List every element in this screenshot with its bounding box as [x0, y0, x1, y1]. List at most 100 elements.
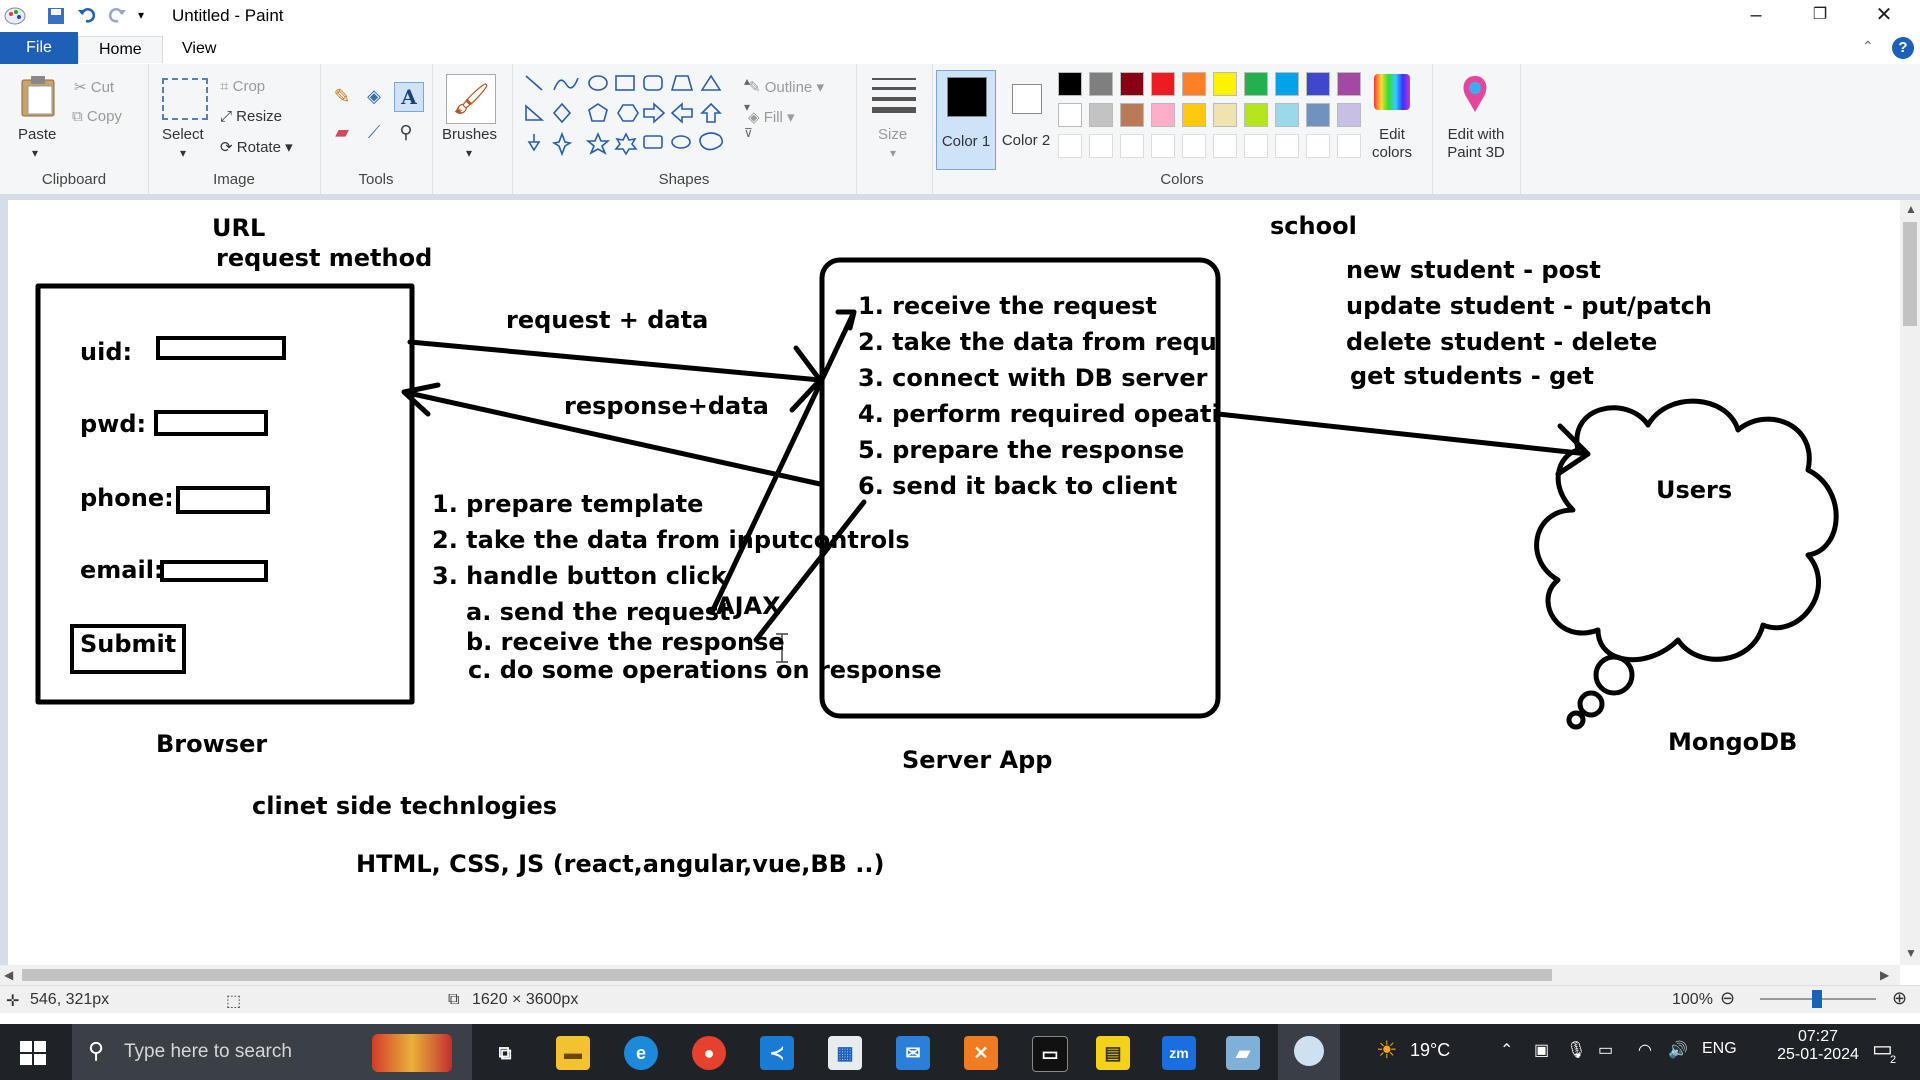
palette-swatch[interactable]: [1213, 134, 1237, 158]
palette-swatch[interactable]: [1275, 72, 1299, 96]
palette-swatch[interactable]: [1244, 134, 1268, 158]
palette-swatch[interactable]: [1306, 103, 1330, 127]
eraser-icon[interactable]: ▰: [330, 120, 354, 144]
microphone-icon[interactable]: 🎙: [1566, 1040, 1586, 1060]
palette-swatch[interactable]: [1058, 103, 1082, 127]
text-icon[interactable]: A: [394, 82, 424, 112]
chrome-icon[interactable]: ●: [692, 1036, 726, 1070]
vertical-scrollbar[interactable]: ▲ ▼: [1900, 200, 1920, 965]
tab-file-label[interactable]: File: [0, 32, 78, 64]
fill-button[interactable]: ◈ Fill ▾: [748, 108, 795, 126]
tab-home[interactable]: Home: [78, 36, 163, 63]
weather-icon[interactable]: ☀: [1376, 1036, 1398, 1065]
battery-icon[interactable]: ▭: [1598, 1040, 1613, 1060]
palette-swatch[interactable]: [1306, 72, 1330, 96]
redo-icon[interactable]: [106, 4, 128, 26]
undo-icon[interactable]: [76, 4, 98, 26]
help-icon[interactable]: ?: [1892, 37, 1914, 59]
vertical-scroll-thumb[interactable]: [1903, 222, 1917, 326]
tab-view[interactable]: View: [162, 36, 236, 62]
size-icon[interactable]: [870, 74, 918, 114]
palette-swatch[interactable]: [1151, 72, 1175, 96]
scroll-left-icon[interactable]: ◀: [4, 968, 13, 982]
sticky-notes-icon[interactable]: ▤: [1096, 1036, 1130, 1070]
palette-swatch[interactable]: [1244, 103, 1268, 127]
horizontal-scrollbar[interactable]: ◀ ▶: [0, 965, 1900, 985]
size-dropdown-icon[interactable]: ▾: [890, 146, 896, 160]
store-icon[interactable]: ▦: [828, 1036, 862, 1070]
shapes-more-icon[interactable]: ⊽: [744, 126, 753, 140]
restore-icon[interactable]: ❐: [1790, 0, 1850, 30]
tray-device-icon[interactable]: ▣: [1534, 1040, 1549, 1060]
palette-swatch[interactable]: [1337, 72, 1361, 96]
taskbar-search-box[interactable]: ⚲ Type here to search: [72, 1024, 472, 1080]
palette-swatch[interactable]: [1089, 103, 1113, 127]
start-button[interactable]: [18, 1038, 48, 1068]
brushes-dropdown-icon[interactable]: ▾: [466, 146, 472, 160]
paint3d-icon[interactable]: [1456, 74, 1494, 114]
crop-button[interactable]: ⌗ Crop: [220, 78, 265, 95]
select-icon[interactable]: [162, 78, 208, 120]
paste-button[interactable]: Paste: [18, 126, 56, 143]
minimize-icon[interactable]: –: [1726, 0, 1786, 30]
scroll-right-icon[interactable]: ▶: [1880, 968, 1889, 982]
paint-app-icon[interactable]: [4, 6, 26, 26]
rotate-button[interactable]: ⟳ Rotate ▾: [220, 138, 293, 156]
vscode-icon[interactable]: ≺: [760, 1036, 794, 1070]
zoom-slider-thumb[interactable]: [1812, 990, 1822, 1008]
volume-icon[interactable]: 🔊: [1668, 1040, 1688, 1060]
color2-button[interactable]: Color 2: [1000, 70, 1052, 168]
clock[interactable]: 07:27 25-01-2024: [1776, 1028, 1860, 1064]
palette-swatch[interactable]: [1058, 72, 1082, 96]
pencil-icon[interactable]: ✎: [330, 84, 354, 108]
palette-swatch[interactable]: [1275, 134, 1299, 158]
horizontal-scroll-thumb[interactable]: [22, 969, 1552, 981]
mail-icon[interactable]: ✉: [896, 1036, 930, 1070]
palette-swatch[interactable]: [1182, 103, 1206, 127]
xampp-icon[interactable]: ✕: [964, 1036, 998, 1070]
notepad-icon[interactable]: ▰: [1226, 1036, 1260, 1070]
paste-dropdown-icon[interactable]: ▾: [32, 146, 38, 160]
select-button[interactable]: Select: [162, 126, 204, 143]
terminal-icon[interactable]: ▭: [1032, 1036, 1068, 1072]
palette-swatch[interactable]: [1213, 103, 1237, 127]
palette-swatch[interactable]: [1275, 103, 1299, 127]
palette-swatch[interactable]: [1058, 134, 1082, 158]
palette-swatch[interactable]: [1151, 103, 1175, 127]
palette-swatch[interactable]: [1120, 103, 1144, 127]
paste-icon[interactable]: [18, 74, 58, 118]
brushes-button[interactable]: Brushes: [442, 126, 497, 143]
palette-swatch[interactable]: [1337, 134, 1361, 158]
palette-swatch[interactable]: [1151, 134, 1175, 158]
select-dropdown-icon[interactable]: ▾: [180, 146, 186, 160]
save-icon[interactable]: [46, 6, 66, 26]
palette-swatch[interactable]: [1244, 72, 1268, 96]
palette-swatch[interactable]: [1306, 134, 1330, 158]
zoom-in-icon[interactable]: ⊕: [1892, 988, 1907, 1009]
palette-swatch[interactable]: [1089, 134, 1113, 158]
language-indicator[interactable]: ENG: [1702, 1040, 1737, 1058]
palette-swatch[interactable]: [1089, 72, 1113, 96]
weather-temp[interactable]: 19°C: [1410, 1040, 1450, 1061]
collapse-ribbon-icon[interactable]: ⌃: [1862, 38, 1874, 55]
palette-swatch[interactable]: [1120, 134, 1144, 158]
tray-overflow-icon[interactable]: ⌃: [1500, 1040, 1513, 1060]
palette-swatch[interactable]: [1120, 72, 1144, 96]
fill-bucket-icon[interactable]: ◈: [362, 84, 386, 108]
edit-colors-button[interactable]: Edit colors: [1362, 126, 1422, 162]
palette-swatch[interactable]: [1182, 134, 1206, 158]
brushes-icon[interactable]: 🖌: [446, 74, 496, 124]
task-view-icon[interactable]: ⧉: [488, 1036, 522, 1070]
scroll-up-icon[interactable]: ▲: [1905, 202, 1917, 216]
close-icon[interactable]: ✕: [1854, 0, 1914, 30]
edit-colors-icon[interactable]: [1374, 74, 1410, 110]
palette-swatch[interactable]: [1182, 72, 1206, 96]
outline-button[interactable]: ✎ Outline ▾: [748, 78, 824, 96]
color-picker-icon[interactable]: ⟋: [362, 120, 386, 144]
file-explorer-icon[interactable]: ▬: [556, 1036, 590, 1070]
color1-button[interactable]: Color 1: [936, 70, 996, 170]
palette-swatch[interactable]: [1337, 103, 1361, 127]
shapes-gallery-icon[interactable]: [520, 72, 742, 158]
size-button[interactable]: Size: [878, 126, 907, 143]
scroll-down-icon[interactable]: ▼: [1905, 946, 1917, 960]
